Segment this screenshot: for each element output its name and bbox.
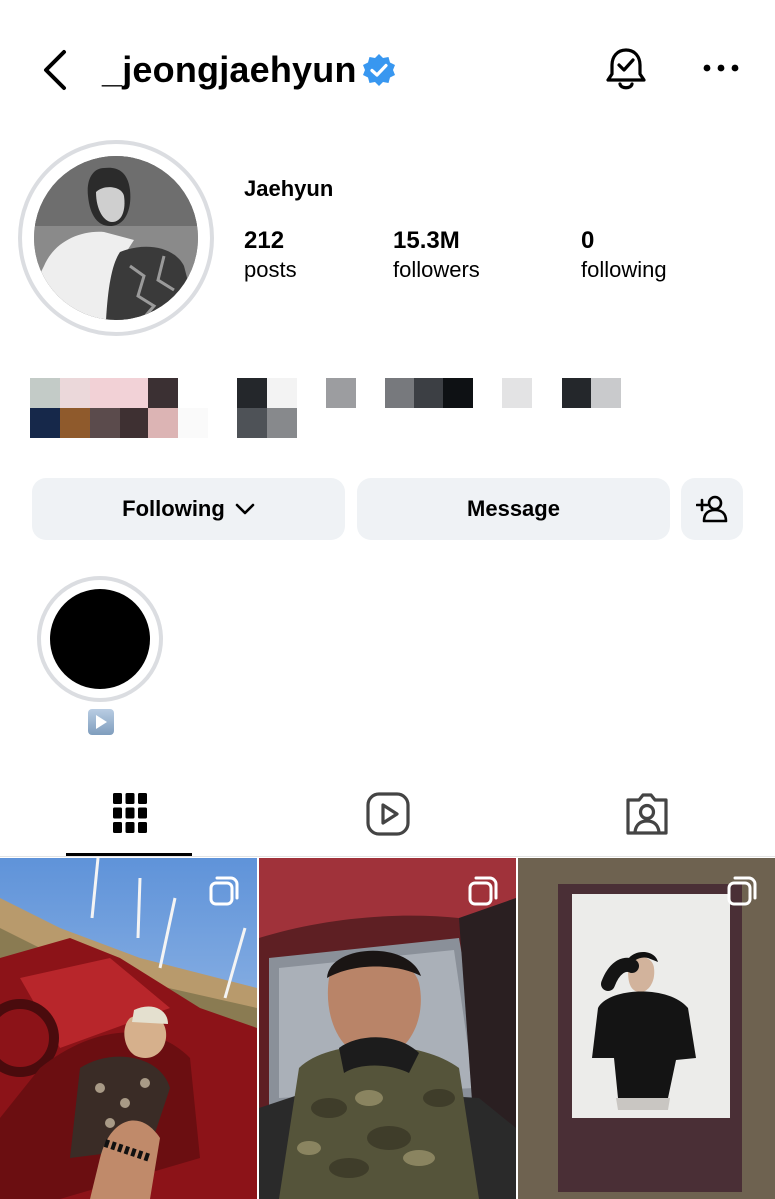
bell-check-icon bbox=[606, 48, 646, 90]
post-thumbnail[interactable] bbox=[0, 858, 257, 1199]
tagged-icon bbox=[626, 793, 668, 835]
multiple-photos-icon bbox=[468, 876, 498, 906]
profile-username: _jeongjaehyun bbox=[102, 49, 357, 90]
display-name: Jaehyun bbox=[244, 176, 334, 201]
profile-header: _jeongjaehyun bbox=[0, 0, 775, 140]
grid-icon bbox=[113, 793, 147, 833]
following-button[interactable]: Following bbox=[32, 478, 345, 540]
play-button-icon bbox=[88, 709, 114, 735]
tab-posts-grid[interactable] bbox=[0, 782, 258, 856]
tab-tagged[interactable] bbox=[516, 782, 774, 856]
posts-count-value: 212 bbox=[244, 227, 285, 254]
profile-avatar[interactable] bbox=[18, 140, 214, 336]
tab-reels[interactable] bbox=[258, 782, 516, 856]
post-thumbnail[interactable] bbox=[259, 858, 516, 1199]
followers-count-label: followers bbox=[393, 257, 480, 282]
avatar-photo bbox=[34, 156, 198, 320]
story-highlight-cover bbox=[50, 589, 150, 689]
posts-count-label: posts bbox=[244, 257, 297, 282]
bio-redacted bbox=[30, 378, 650, 438]
message-button[interactable]: Message bbox=[357, 478, 670, 540]
add-person-icon bbox=[696, 495, 728, 523]
more-options-button[interactable] bbox=[700, 52, 742, 84]
back-button[interactable] bbox=[36, 46, 76, 94]
following-button-label: Following bbox=[122, 496, 225, 521]
multiple-photos-icon bbox=[727, 876, 757, 906]
following-count[interactable]: 0 following bbox=[581, 226, 667, 284]
posts-count[interactable]: 212 posts bbox=[244, 226, 297, 284]
following-count-value: 0 bbox=[581, 227, 595, 254]
more-horizontal-icon bbox=[703, 64, 739, 72]
following-count-label: following bbox=[581, 257, 667, 282]
suggested-accounts-button[interactable] bbox=[681, 478, 743, 540]
message-button-label: Message bbox=[467, 496, 560, 521]
multiple-photos-icon bbox=[209, 876, 239, 906]
followers-count[interactable]: 15.3M followers bbox=[393, 226, 480, 284]
chevron-left-icon bbox=[44, 50, 66, 90]
chevron-down-icon bbox=[235, 503, 255, 515]
post-thumbnail[interactable] bbox=[518, 858, 775, 1199]
tab-divider bbox=[0, 856, 775, 857]
verified-badge-icon bbox=[363, 54, 395, 86]
reels-icon bbox=[366, 792, 410, 836]
followers-count-value: 15.3M bbox=[393, 227, 460, 254]
story-highlight[interactable] bbox=[37, 576, 163, 702]
notifications-button[interactable] bbox=[604, 46, 648, 94]
